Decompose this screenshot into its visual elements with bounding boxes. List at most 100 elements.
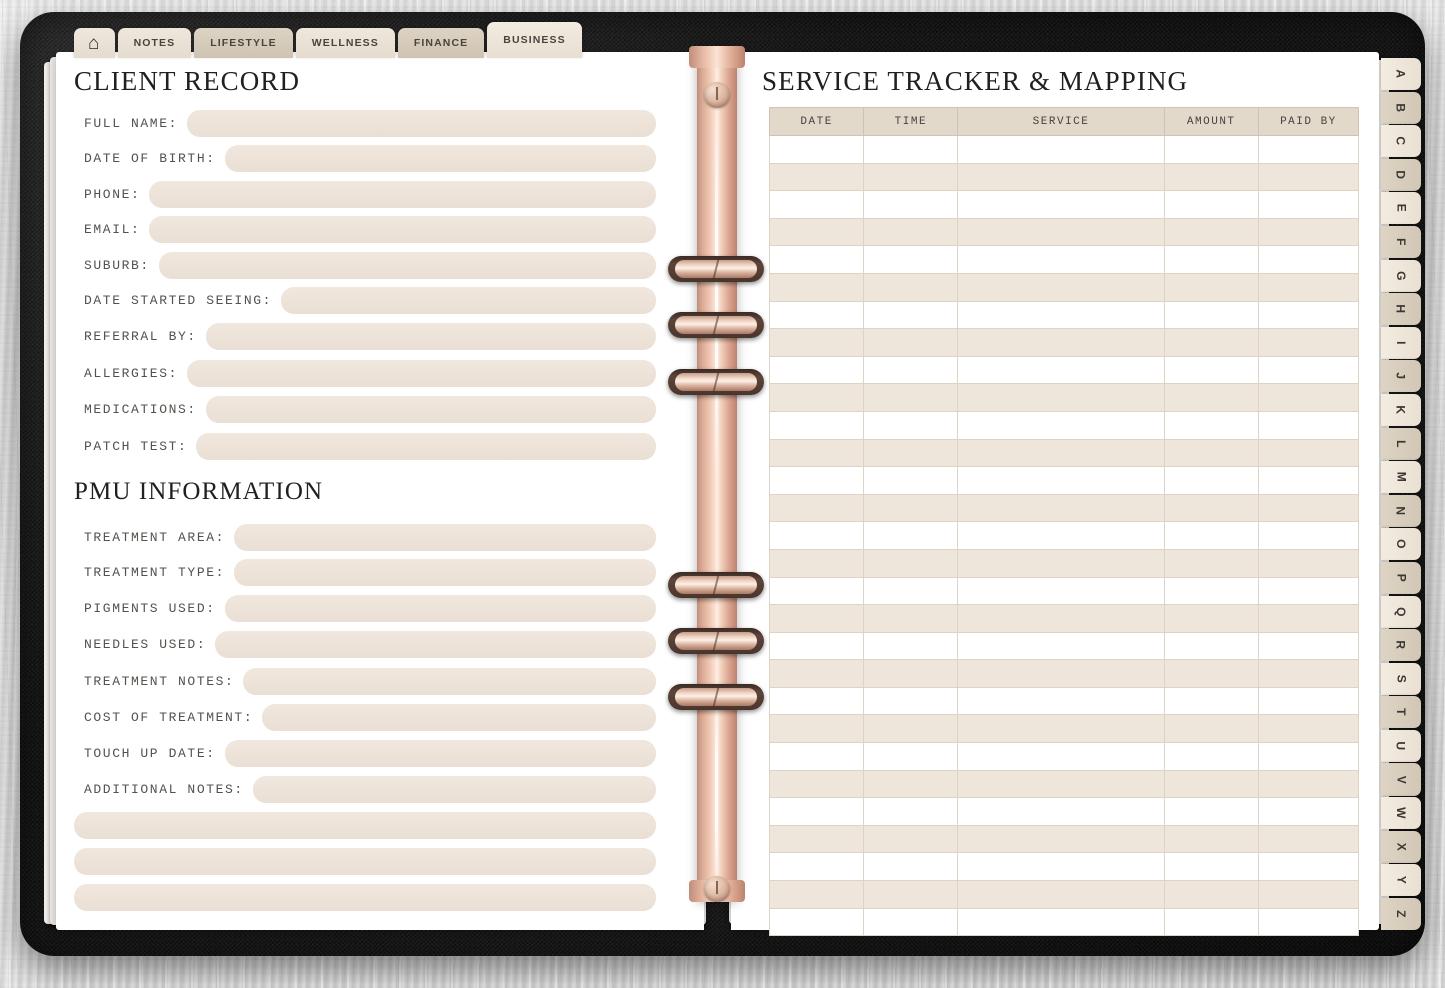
table-cell[interactable] <box>768 714 865 744</box>
table-cell[interactable] <box>957 659 1165 688</box>
field-input[interactable] <box>262 704 656 731</box>
table-cell[interactable] <box>957 245 1165 274</box>
alpha-tab-s[interactable]: S <box>1381 662 1421 695</box>
table-cell[interactable] <box>1257 714 1360 744</box>
tab-lifestyle[interactable]: LIFESTYLE <box>194 28 293 58</box>
table-cell[interactable] <box>768 824 865 854</box>
table-cell[interactable] <box>1257 217 1360 247</box>
table-cell[interactable] <box>1257 576 1360 606</box>
table-cell[interactable] <box>1163 742 1259 771</box>
alpha-tab-q[interactable]: Q <box>1381 595 1421 628</box>
table-cell[interactable] <box>957 438 1165 468</box>
field-input[interactable] <box>205 396 656 423</box>
table-cell[interactable] <box>863 383 959 412</box>
table-cell[interactable] <box>1163 604 1259 633</box>
alpha-tab-d[interactable]: D <box>1381 158 1421 191</box>
table-cell[interactable] <box>863 824 959 854</box>
table-cell[interactable] <box>863 714 959 744</box>
alpha-tab-i[interactable]: I <box>1381 326 1421 359</box>
table-cell[interactable] <box>1257 135 1360 164</box>
table-cell[interactable] <box>863 797 959 826</box>
field-input[interactable] <box>149 181 656 208</box>
alpha-tab-j[interactable]: J <box>1381 360 1421 393</box>
additional-notes-line[interactable] <box>74 812 656 839</box>
table-cell[interactable] <box>1163 686 1259 716</box>
field-input[interactable] <box>158 252 656 279</box>
alpha-tab-o[interactable]: O <box>1381 528 1421 561</box>
table-cell[interactable] <box>1257 548 1360 578</box>
alpha-tab-k[interactable]: K <box>1381 393 1421 427</box>
table-cell[interactable] <box>1257 190 1360 219</box>
table-cell[interactable] <box>1257 604 1360 633</box>
table-cell[interactable] <box>863 190 959 219</box>
table-cell[interactable] <box>1257 742 1360 771</box>
field-input[interactable] <box>281 287 656 314</box>
table-cell[interactable] <box>768 686 865 716</box>
table-cell[interactable] <box>1257 907 1360 937</box>
table-cell[interactable] <box>1257 659 1360 688</box>
table-cell[interactable] <box>768 135 865 164</box>
table-cell[interactable] <box>1257 631 1360 661</box>
table-cell[interactable] <box>863 686 959 716</box>
tab-business[interactable]: BUSINESS <box>487 22 582 58</box>
tab-home[interactable]: ⌂ <box>74 28 115 58</box>
table-cell[interactable] <box>1163 907 1259 937</box>
field-input[interactable] <box>252 776 656 803</box>
table-cell[interactable] <box>1257 852 1360 882</box>
table-cell[interactable] <box>957 328 1165 357</box>
table-cell[interactable] <box>863 410 959 440</box>
table-cell[interactable] <box>768 272 865 302</box>
table-cell[interactable] <box>768 769 865 799</box>
table-cell[interactable] <box>863 300 959 330</box>
table-cell[interactable] <box>768 880 865 909</box>
table-cell[interactable] <box>863 466 959 495</box>
table-cell[interactable] <box>768 438 865 468</box>
table-cell[interactable] <box>1163 162 1259 192</box>
table-cell[interactable] <box>1163 659 1259 688</box>
table-cell[interactable] <box>1163 548 1259 578</box>
table-cell[interactable] <box>863 162 959 192</box>
table-cell[interactable] <box>1163 410 1259 440</box>
table-cell[interactable] <box>957 797 1165 826</box>
table-cell[interactable] <box>957 548 1165 578</box>
tab-notes[interactable]: NOTES <box>117 28 192 58</box>
table-cell[interactable] <box>1163 576 1259 606</box>
table-cell[interactable] <box>768 907 865 937</box>
table-cell[interactable] <box>863 604 959 633</box>
table-cell[interactable] <box>1163 135 1259 164</box>
table-cell[interactable] <box>1163 493 1259 523</box>
table-cell[interactable] <box>957 769 1165 799</box>
alpha-tab-h[interactable]: H <box>1381 293 1421 326</box>
table-cell[interactable] <box>1257 162 1360 192</box>
table-cell[interactable] <box>957 190 1165 219</box>
table-cell[interactable] <box>957 217 1165 247</box>
table-cell[interactable] <box>863 272 959 302</box>
table-cell[interactable] <box>768 217 865 247</box>
table-cell[interactable] <box>863 328 959 357</box>
table-cell[interactable] <box>1257 466 1360 495</box>
table-cell[interactable] <box>863 438 959 468</box>
table-cell[interactable] <box>957 686 1165 716</box>
table-cell[interactable] <box>1163 272 1259 302</box>
table-cell[interactable] <box>957 907 1165 937</box>
table-cell[interactable] <box>1257 300 1360 330</box>
table-cell[interactable] <box>957 880 1165 909</box>
field-input[interactable] <box>224 595 656 622</box>
alpha-tab-p[interactable]: P <box>1381 561 1421 594</box>
table-cell[interactable] <box>1163 217 1259 247</box>
table-cell[interactable] <box>768 355 865 385</box>
alpha-tab-e[interactable]: E <box>1381 192 1421 225</box>
tab-finance[interactable]: FINANCE <box>397 28 485 58</box>
table-cell[interactable] <box>1257 521 1360 550</box>
table-cell[interactable] <box>768 576 865 606</box>
table-cell[interactable] <box>957 355 1165 385</box>
table-cell[interactable] <box>957 521 1165 550</box>
table-cell[interactable] <box>1257 383 1360 412</box>
additional-notes-line[interactable] <box>74 848 656 875</box>
table-cell[interactable] <box>957 824 1165 854</box>
table-cell[interactable] <box>1163 631 1259 661</box>
table-cell[interactable] <box>768 383 865 412</box>
table-cell[interactable] <box>1257 355 1360 385</box>
table-cell[interactable] <box>768 659 865 688</box>
table-cell[interactable] <box>1257 438 1360 468</box>
